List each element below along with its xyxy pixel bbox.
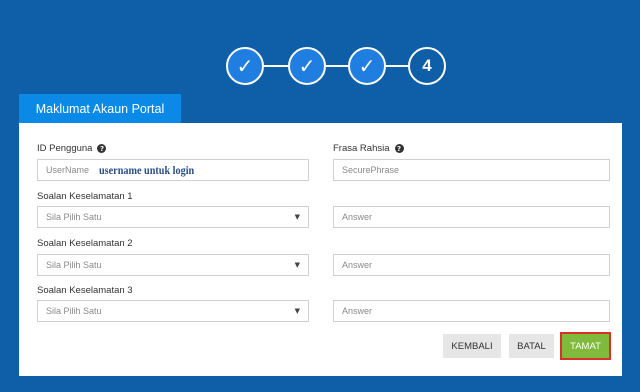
step-1-complete: ✓ [226,47,264,85]
caret-down-icon: ▼ [294,261,300,269]
security-question-2-label: Soalan Keselamatan 2 [37,238,133,249]
step-2-complete: ✓ [288,47,326,85]
user-id-label-text: ID Pengguna [37,143,93,154]
caret-down-icon: ▼ [294,213,300,221]
select-value: Sila Pilih Satu [46,306,102,316]
cancel-button[interactable]: BATAL [509,334,554,358]
user-id-label: ID Pengguna ? [37,143,107,154]
security-question-3-label-text: Soalan Keselamatan 3 [37,285,133,296]
step-connector [326,65,348,67]
security-question-1-label-text: Soalan Keselamatan 1 [37,191,133,202]
check-icon: ✓ [358,54,376,78]
progress-stepper: ✓ ✓ ✓ 4 [0,47,640,85]
security-question-1-label: Soalan Keselamatan 1 [37,191,133,202]
step-connector [386,65,408,67]
tab-portal-account-info[interactable]: Maklumat Akaun Portal [19,94,181,123]
secret-phrase-input[interactable]: SecurePhrase [333,159,610,181]
back-button[interactable]: KEMBALI [443,334,501,358]
security-answer-3-input[interactable]: Answer [333,300,610,322]
step-number: 4 [422,56,432,75]
security-answer-1-input[interactable]: Answer [333,206,610,228]
select-value: Sila Pilih Satu [46,212,102,222]
user-id-input[interactable]: UserName username untuk login [37,159,309,181]
answer-placeholder: Answer [342,260,373,270]
security-question-1-select[interactable]: Sila Pilih Satu ▼ [37,206,309,228]
secret-phrase-label-text: Frasa Rahsia [333,143,390,154]
security-question-2-label-text: Soalan Keselamatan 2 [37,238,133,249]
form-card: ID Pengguna ? UserName username untuk lo… [19,123,622,376]
answer-placeholder: Answer [342,212,373,222]
finish-button[interactable]: TAMAT [560,332,611,360]
user-id-placeholder: UserName [46,165,90,175]
security-question-3-select[interactable]: Sila Pilih Satu ▼ [37,300,309,322]
check-icon: ✓ [236,54,254,78]
step-4-current: 4 [408,47,446,85]
tab-label: Maklumat Akaun Portal [35,101,165,116]
check-icon: ✓ [298,54,316,78]
user-id-annotation: username untuk login [99,162,195,177]
secret-phrase-placeholder: SecurePhrase [342,165,400,175]
security-question-3-label: Soalan Keselamatan 3 [37,285,133,296]
security-question-2-select[interactable]: Sila Pilih Satu ▼ [37,254,309,276]
question-circle-icon[interactable]: ? [394,144,404,153]
caret-down-icon: ▼ [294,307,300,315]
step-3-complete: ✓ [348,47,386,85]
step-connector [264,65,288,67]
secret-phrase-label: Frasa Rahsia ? [333,143,404,154]
security-answer-2-input[interactable]: Answer [333,254,610,276]
answer-placeholder: Answer [342,306,373,316]
question-circle-icon[interactable]: ? [97,144,107,153]
select-value: Sila Pilih Satu [46,260,102,270]
